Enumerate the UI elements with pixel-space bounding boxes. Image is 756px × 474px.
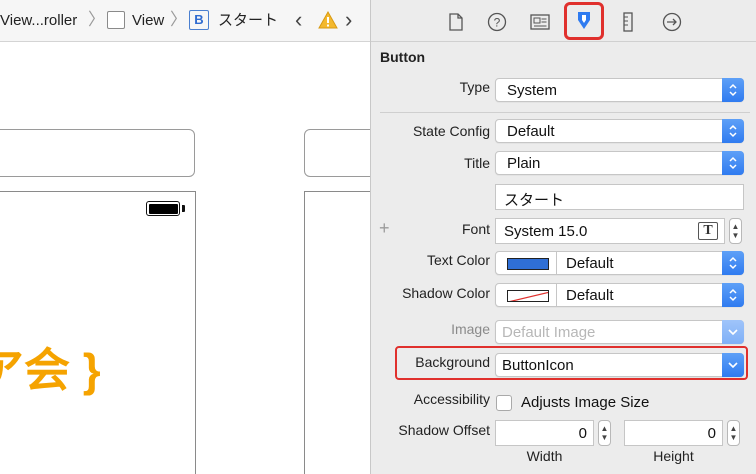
text-color-swatch[interactable] [507,258,549,270]
shadow-offset-width-stepper[interactable]: ▲ ▼ [598,420,611,446]
shadow-offset-width-value: 0 [578,425,587,442]
state-config-popup[interactable]: Default [495,119,744,143]
text-color-value: Default [566,255,614,272]
inspector-tab-bar: ? [371,0,756,42]
popup-arrows-icon [722,119,744,143]
font-picker-button[interactable]: T [698,222,718,240]
font-field[interactable]: System 15.0 T [495,218,725,244]
adjusts-image-size-label[interactable]: Adjusts Image Size [521,394,649,411]
battery-icon [146,201,180,216]
text-color-popup[interactable]: Default [495,251,744,275]
popup-arrows-icon [722,151,744,175]
button-badge-icon: B [189,10,209,30]
section-title: Button [380,49,426,65]
jumpbar-item-view-controller[interactable]: View...roller [0,12,77,30]
chevron-down-icon[interactable] [722,320,744,344]
shadow-color-value: Default [566,287,614,304]
file-inspector-icon[interactable] [443,9,469,35]
text-field-frame[interactable] [304,129,370,177]
chevron-right-icon: 〉 [170,10,187,29]
shadow-offset-height-stepper[interactable]: ▲ ▼ [727,420,740,446]
jumpbar-item-view[interactable]: View [132,12,164,30]
font-size-stepper[interactable]: ▲ ▼ [729,218,742,244]
add-variation-icon[interactable]: + [379,218,390,239]
svg-text:?: ? [494,16,501,30]
chevron-right-icon: 〉 [88,10,105,29]
shadow-color-swatch[interactable] [507,290,549,302]
battery-tip [182,205,185,212]
adjusts-image-size-checkbox[interactable] [496,395,512,411]
title-label: Title [464,155,490,171]
type-value: System [507,82,558,99]
font-value: System 15.0 [504,223,588,240]
state-config-label: State Config [412,123,490,139]
scene-view[interactable] [304,191,370,474]
connections-inspector-icon[interactable] [659,9,685,35]
text-color-label: Text Color [426,252,490,268]
image-label: Image [451,321,490,337]
identity-inspector-icon[interactable] [527,9,553,35]
view-icon [107,11,125,29]
title-text-field[interactable]: スタート [495,184,744,210]
jumpbar-item-button[interactable]: スタート [218,12,278,30]
shadow-offset-label: Shadow Offset [398,422,490,438]
shadow-offset-width-field[interactable]: 0 [495,420,594,446]
previous-issue-icon[interactable]: ‹ [295,8,302,32]
background-value: ButtonIcon [502,357,574,374]
state-config-value: Default [507,123,555,140]
title-type-value: Plain [507,155,541,172]
shadow-color-popup[interactable]: Default [495,283,744,307]
popup-arrows-icon [722,283,744,307]
warning-icon[interactable] [318,11,338,29]
scene-view[interactable] [0,191,196,474]
swatch-divider [556,284,557,306]
image-combo[interactable]: Default Image [495,320,744,344]
chevron-down-icon[interactable] [722,353,744,377]
background-combo[interactable]: ButtonIcon [495,353,744,377]
text-field-frame[interactable] [0,129,195,177]
type-label: Type [459,79,490,95]
attributes-inspector-panel: ? Button Type System State Config Defaul… [371,0,756,474]
font-label: Font [461,221,490,237]
next-issue-icon[interactable]: › [345,8,352,32]
storyboard-canvas[interactable]: View...roller 〉 View 〉 B スタート ‹ › ア会 } [0,0,370,474]
type-popup[interactable]: System [495,78,744,102]
accessibility-label: Accessibility [413,391,490,407]
jump-bar: View...roller 〉 View 〉 B スタート ‹ › [0,0,370,42]
quick-help-icon[interactable]: ? [484,9,510,35]
width-sublabel: Width [526,448,563,464]
popup-arrows-icon [722,78,744,102]
shadow-color-label: Shadow Color [402,285,490,301]
attributes-inspector-icon[interactable] [564,2,604,40]
shadow-offset-height-field[interactable]: 0 [624,420,723,446]
title-type-popup[interactable]: Plain [495,151,744,175]
scene-title-label[interactable]: ア会 } [0,342,101,398]
swatch-divider [556,252,557,274]
image-placeholder: Default Image [502,324,596,341]
title-text-value: スタート [504,192,565,209]
height-sublabel: Height [653,448,694,464]
size-inspector-icon[interactable] [615,9,641,35]
shadow-offset-height-value: 0 [707,425,716,442]
section-divider [380,112,750,113]
popup-arrows-icon [722,251,744,275]
background-label: Background [415,354,490,370]
